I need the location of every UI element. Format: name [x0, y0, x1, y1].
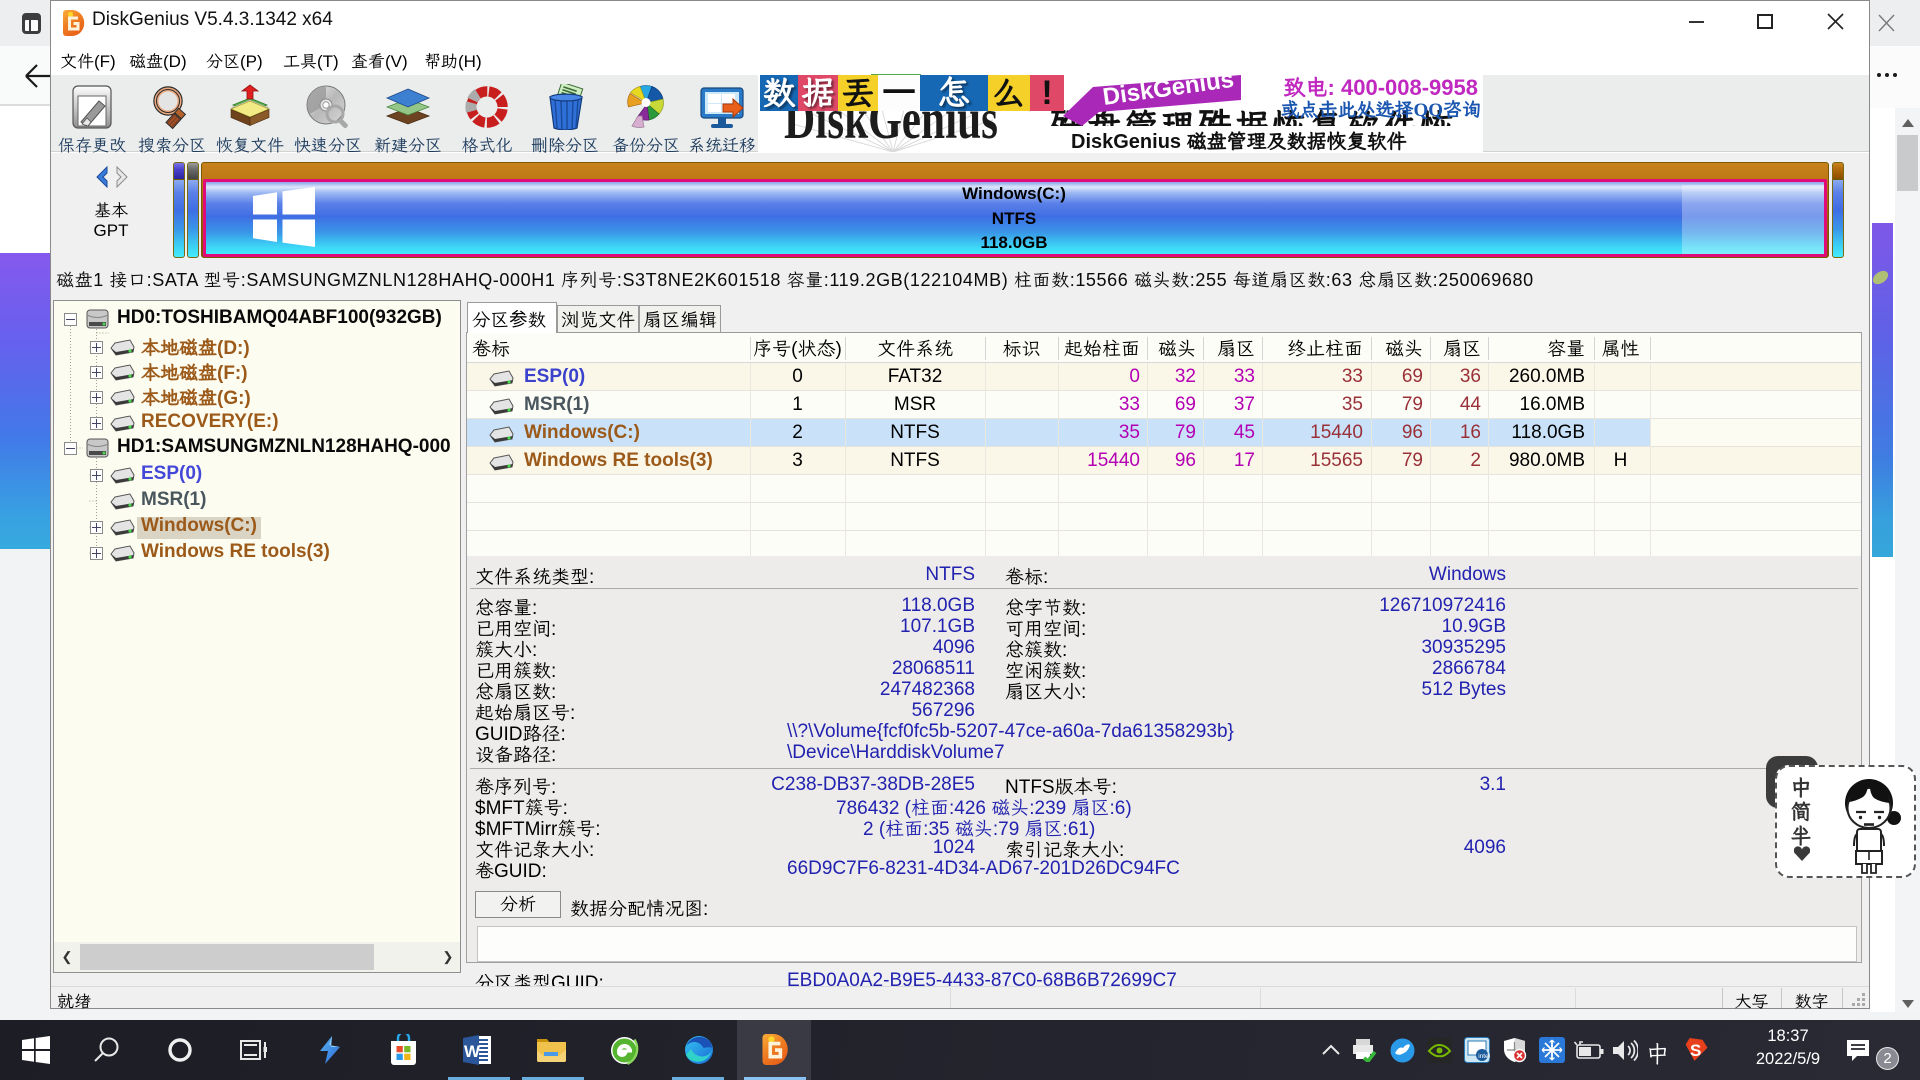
svg-text:S: S [1690, 1041, 1701, 1060]
svg-text:W: W [464, 1042, 481, 1061]
svg-text:intel: intel [1478, 1053, 1490, 1060]
